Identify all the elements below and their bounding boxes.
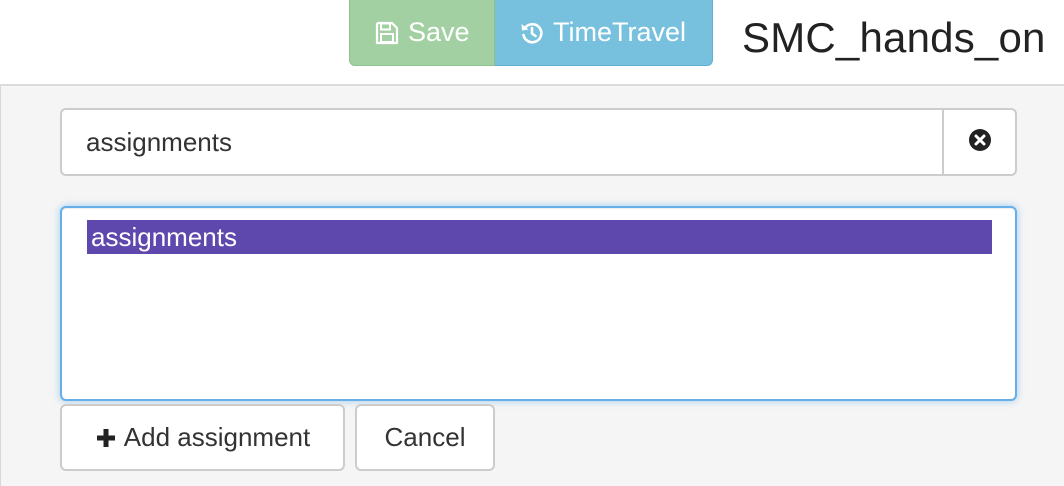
add-assignment-label: Add assignment	[123, 422, 311, 452]
cancel-button-label: Cancel	[384, 422, 466, 452]
save-button[interactable]: Save	[349, 0, 495, 66]
timetravel-button[interactable]: TimeTravel	[495, 0, 713, 66]
timetravel-button-label: TimeTravel	[553, 17, 687, 47]
cancel-button[interactable]: Cancel	[355, 404, 495, 471]
save-button-label: Save	[408, 17, 470, 47]
toolbar-button-group: Save TimeTravel	[349, 0, 713, 66]
search-group	[60, 108, 1017, 176]
times-circle-icon	[968, 128, 992, 157]
add-assignment-button[interactable]: Add assignment	[60, 404, 345, 471]
assignment-panel: assignments Add assignment Cancel	[0, 86, 1064, 486]
project-title: SMC_hands_on	[742, 14, 1046, 61]
app-window: Save TimeTravel SMC_hands_on assignments…	[0, 0, 1064, 486]
clear-search-button[interactable]	[942, 108, 1017, 176]
floppy-disk-icon	[374, 20, 400, 46]
list-item[interactable]: assignments	[87, 220, 992, 254]
history-icon	[519, 20, 545, 46]
top-bar: Save TimeTravel SMC_hands_on	[0, 0, 1064, 86]
assignment-listbox[interactable]: assignments	[60, 206, 1017, 401]
plus-icon	[95, 427, 117, 449]
search-input[interactable]	[60, 108, 942, 176]
